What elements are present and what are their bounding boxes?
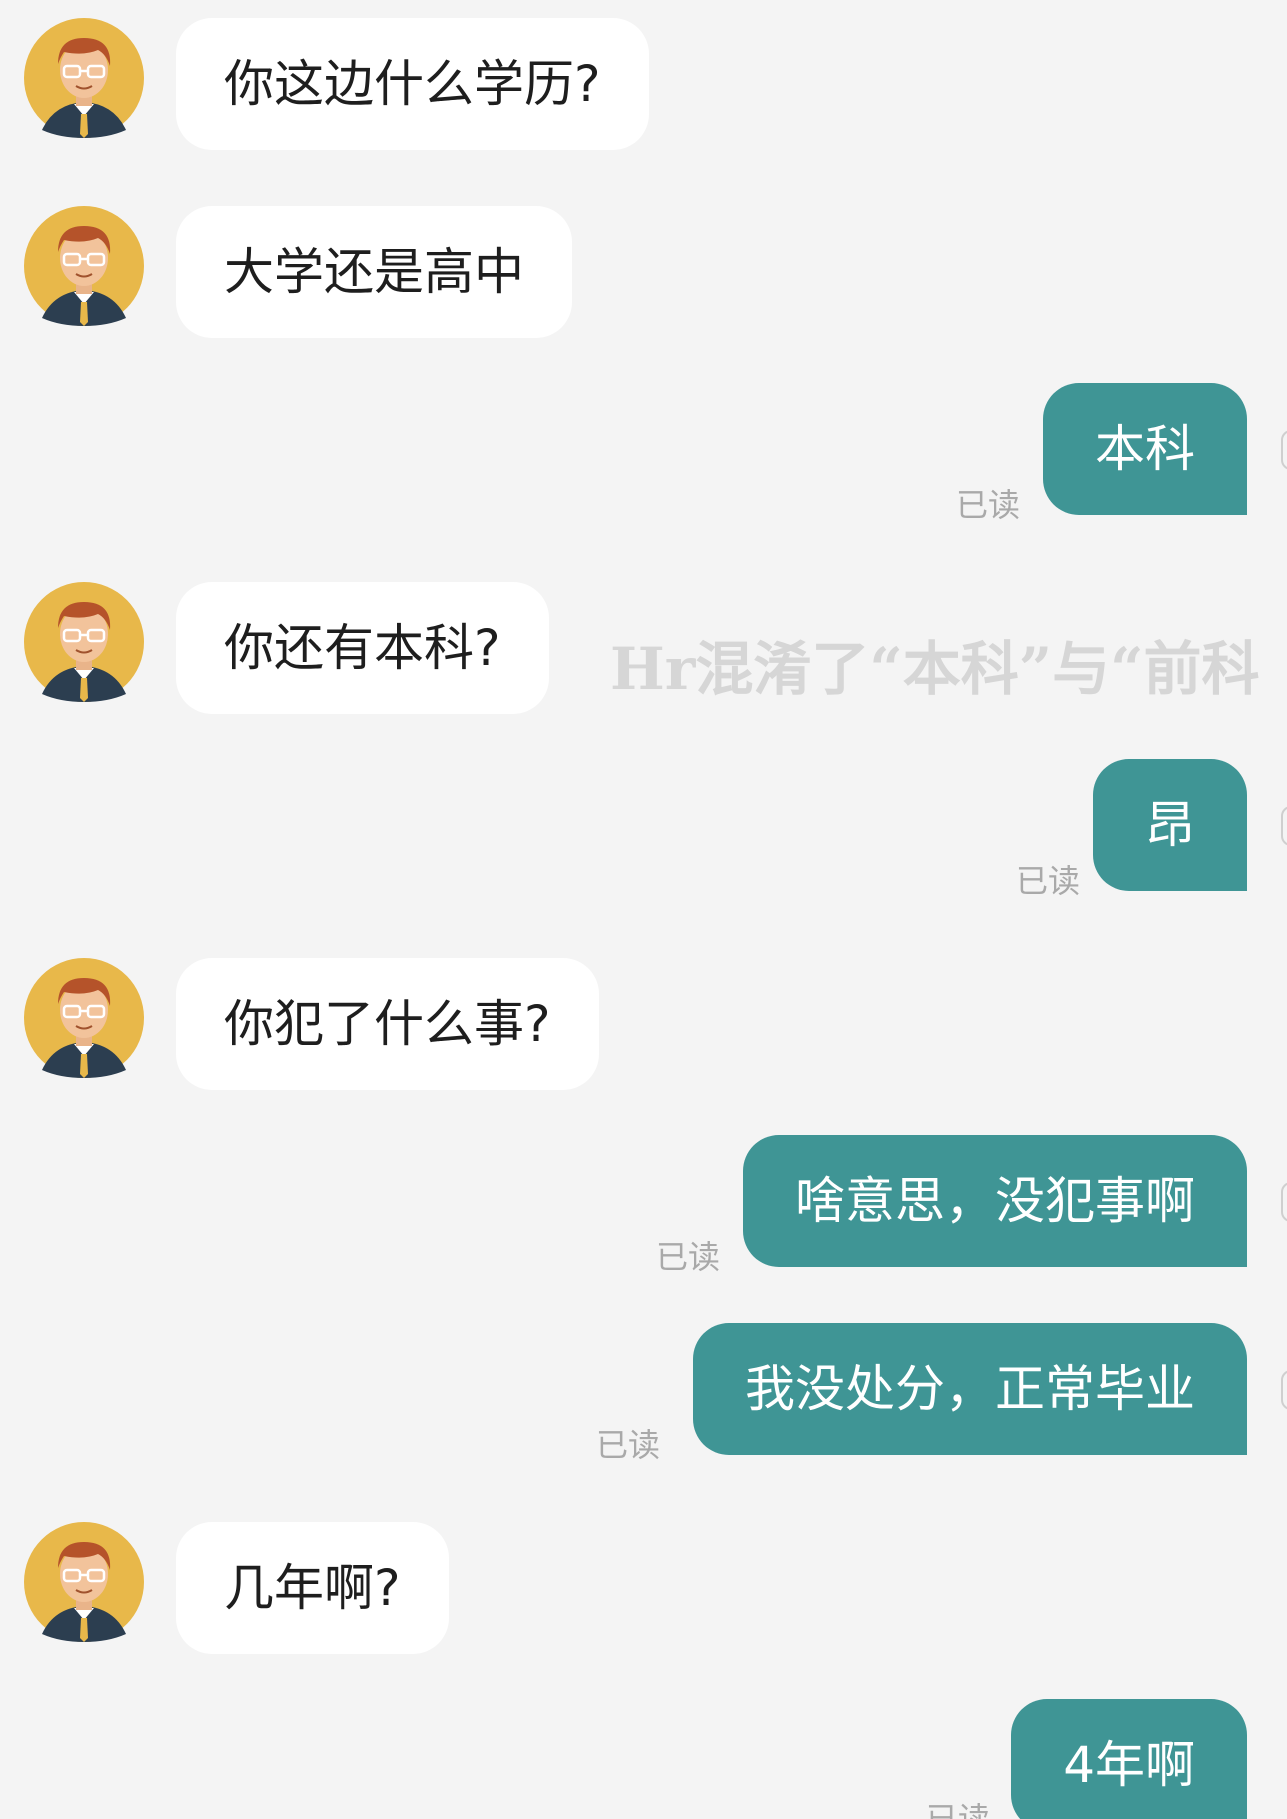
incoming-message-bubble[interactable]: 你犯了什么事? — [176, 958, 599, 1090]
incoming-message-bubble[interactable]: 几年啊? — [176, 1522, 449, 1654]
hr-avatar[interactable] — [24, 1522, 144, 1642]
edge-avatar-fragment — [1281, 1182, 1287, 1222]
edge-avatar-fragment — [1281, 806, 1287, 846]
incoming-message-bubble[interactable]: 大学还是高中 — [176, 206, 572, 338]
incoming-message-bubble[interactable]: 你还有本科? — [176, 582, 549, 714]
outgoing-message-bubble[interactable]: 4年啊 — [1011, 1699, 1247, 1819]
cartoon-man-avatar-icon — [24, 958, 144, 1078]
outgoing-message-bubble[interactable]: 啥意思，没犯事啊 — [743, 1135, 1247, 1267]
hr-avatar[interactable] — [24, 958, 144, 1078]
outgoing-message-bubble[interactable]: 昂 — [1093, 759, 1247, 891]
edge-avatar-fragment — [1281, 430, 1287, 470]
outgoing-message-bubble[interactable]: 本科 — [1043, 383, 1247, 515]
hr-avatar[interactable] — [24, 18, 144, 138]
cartoon-man-avatar-icon — [24, 1522, 144, 1642]
hr-avatar[interactable] — [24, 206, 144, 326]
message-row-incoming: 几年啊? — [0, 1522, 1287, 1654]
chat-window: 你这边什么学历? 大学还是高中 本科 已读 你还有本科? Hr混淆了“本科”与“… — [0, 0, 1287, 1819]
incoming-message-bubble[interactable]: 你这边什么学历? — [176, 18, 649, 150]
outgoing-message-bubble[interactable]: 我没处分，正常毕业 — [693, 1323, 1247, 1455]
cartoon-man-avatar-icon — [24, 18, 144, 138]
message-row-incoming: 你这边什么学历? — [0, 18, 1287, 150]
read-receipt: 已读 — [926, 1800, 991, 1819]
edge-avatar-fragment — [1281, 1370, 1287, 1410]
read-receipt: 已读 — [1016, 862, 1081, 900]
read-receipt: 已读 — [656, 1238, 721, 1276]
overlay-caption: Hr混淆了“本科”与“前科 — [610, 635, 1260, 703]
hr-avatar[interactable] — [24, 582, 144, 702]
read-receipt: 已读 — [956, 486, 1021, 524]
read-receipt: 已读 — [596, 1426, 661, 1464]
message-row-incoming: 大学还是高中 — [0, 206, 1287, 338]
cartoon-man-avatar-icon — [24, 582, 144, 702]
message-row-incoming: 你犯了什么事? — [0, 958, 1287, 1090]
cartoon-man-avatar-icon — [24, 206, 144, 326]
